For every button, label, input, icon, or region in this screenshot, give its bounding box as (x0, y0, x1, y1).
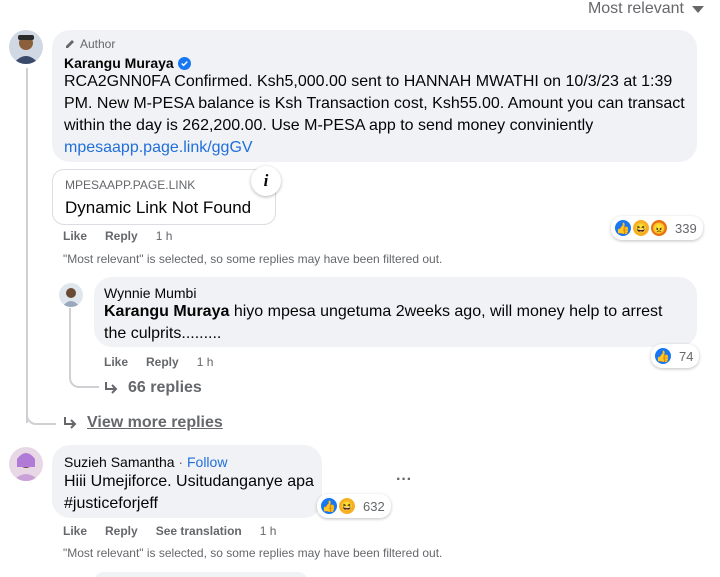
reply-branch (69, 370, 99, 388)
more-replies-link[interactable]: 66 replies (104, 379, 202, 397)
follow-button[interactable]: Follow (187, 454, 227, 470)
haha-reaction-icon: 😆 (337, 496, 357, 516)
hashtag-link[interactable]: #justiceforjeff (64, 493, 314, 515)
comment-actions: Like Reply See translation 1 h (63, 524, 276, 538)
reaction-count: 339 (675, 220, 697, 236)
like-reaction-icon: 👍 (653, 346, 673, 366)
comment-actions: Like Reply 1 h (63, 229, 172, 243)
timestamp[interactable]: 1 h (197, 355, 214, 369)
like-reaction-icon: 👍 (613, 218, 633, 238)
reply-button[interactable]: Reply (105, 524, 138, 538)
comment-text: Hiii Umejiforce. Usitudanganye apa #just… (64, 471, 314, 515)
filter-note: "Most relevant" is selected, so some rep… (63, 252, 443, 266)
reply-thread-line (69, 308, 71, 376)
avatar-image (9, 30, 43, 64)
reply-text: Karangu Muraya hiyo mpesa ungetuma 2week… (104, 303, 663, 342)
like-button[interactable]: Like (104, 355, 128, 369)
reply-arrow-icon (64, 417, 77, 429)
verified-badge-icon (177, 56, 191, 70)
like-button[interactable]: Like (63, 229, 87, 243)
more-options-icon[interactable]: ··· (396, 471, 412, 489)
preview-title: Dynamic Link Not Found (65, 198, 252, 217)
reactions-summary[interactable]: 👍 😆 😠 339 (611, 216, 703, 240)
timestamp[interactable]: 1 h (260, 524, 277, 538)
view-more-replies-link[interactable]: View more replies (63, 414, 223, 432)
reaction-count: 74 (679, 348, 694, 364)
avatar-image (59, 283, 83, 307)
timestamp[interactable]: 1 h (156, 229, 173, 243)
like-reaction-icon: 👍 (319, 496, 339, 516)
reply-actions: Like Reply 1 h (104, 355, 213, 369)
pencil-icon (66, 40, 74, 48)
sort-dropdown[interactable]: Most relevant (588, 0, 704, 18)
commenter-name[interactable]: Suzieh Samantha (64, 454, 175, 470)
comment-bubble: Suzieh Samantha · Follow Hiii Umejiforce… (52, 445, 322, 518)
author-badge: Author (64, 37, 115, 51)
reactions-summary[interactable]: 👍 😆 632 (317, 494, 391, 518)
filter-note: "Most relevant" is selected, so some rep… (63, 546, 443, 560)
sort-label: Most relevant (587, 0, 684, 17)
commenter-name[interactable]: Karangu Muraya (64, 55, 174, 71)
haha-reaction-icon: 😆 (631, 218, 651, 238)
info-icon[interactable]: i (251, 166, 281, 196)
reaction-count: 632 (363, 498, 385, 514)
thread-line (26, 68, 28, 423)
comment-bubble: Author Karangu Muraya RCA2GNN0FA Confirm… (52, 30, 697, 162)
avatar[interactable] (9, 447, 43, 481)
like-button[interactable]: Like (63, 524, 87, 538)
reactions-summary[interactable]: 👍 74 (651, 344, 700, 368)
avatar-image (9, 447, 43, 481)
mention-link[interactable]: Karangu Muraya (104, 303, 229, 320)
reply-author-name[interactable]: Wynnie Mumbi (104, 285, 196, 301)
thread-branch (26, 405, 56, 425)
avatar[interactable] (59, 283, 83, 307)
chevron-down-icon (692, 5, 704, 13)
comment-link[interactable]: mpesaapp.page.link/ggGV (64, 137, 694, 159)
reply-button[interactable]: Reply (105, 229, 138, 243)
avatar[interactable] (9, 30, 43, 64)
reply-button[interactable]: Reply (146, 355, 179, 369)
link-preview-card[interactable]: MPESAAPP.PAGE.LINK Dynamic Link Not Foun… (52, 166, 281, 225)
angry-reaction-icon: 😠 (649, 218, 669, 238)
preview-domain: MPESAAPP.PAGE.LINK (65, 178, 196, 192)
next-reply-bubble (94, 572, 308, 577)
comment-text: RCA2GNN0FA Confirmed. Ksh5,000.00 sent t… (64, 71, 694, 159)
see-translation-button[interactable]: See translation (156, 524, 242, 538)
reply-bubble: Wynnie Mumbi Karangu Muraya hiyo mpesa u… (94, 277, 697, 347)
reply-arrow-icon (105, 382, 118, 394)
